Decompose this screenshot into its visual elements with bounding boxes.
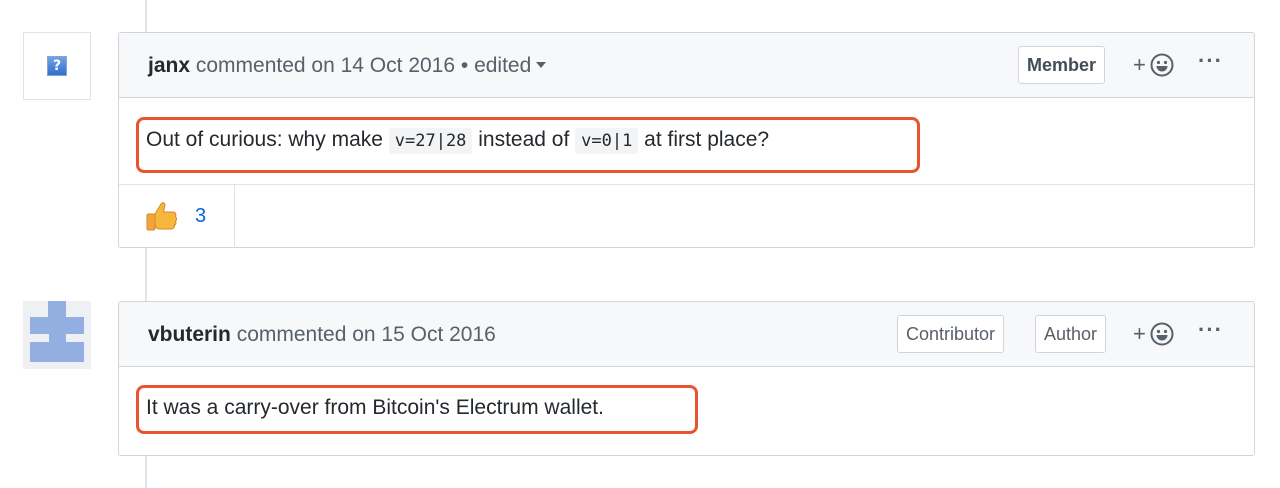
add-reaction-button[interactable]: + <box>1133 321 1175 349</box>
comment-body-text: It was a carry-over from Bitcoin's Elect… <box>146 396 604 419</box>
inline-code: v=27|28 <box>388 128 473 154</box>
avatar-janx[interactable]: ? <box>23 32 91 100</box>
more-options-button[interactable]: ··· <box>1198 316 1223 344</box>
add-reaction-button[interactable]: + <box>1133 52 1175 80</box>
chevron-down-icon <box>536 62 547 69</box>
comment-timestamp[interactable]: commented on 14 Oct 2016 <box>196 54 455 77</box>
contributor-badge: Contributor <box>897 315 1005 353</box>
comment-body: Out of curious: why make v=27|28 instead… <box>119 98 1254 184</box>
comment-body: It was a carry-over from Bitcoin's Elect… <box>119 367 1254 455</box>
avatar-vbuterin[interactable] <box>23 301 91 369</box>
reactions-bar: 3 <box>119 184 1254 248</box>
inline-code: v=0|1 <box>575 128 639 154</box>
more-options-button[interactable]: ··· <box>1198 47 1223 75</box>
member-badge: Member <box>1018 46 1106 84</box>
author-link[interactable]: janx <box>148 54 190 77</box>
author-link[interactable]: vbuterin <box>148 323 231 346</box>
comment-header: janx commented on 14 Oct 2016 • edited M… <box>119 33 1254 98</box>
comment-header: vbuterin commented on 15 Oct 2016 Contri… <box>119 302 1254 367</box>
thumbs-up-reaction-button[interactable]: 3 <box>119 185 235 248</box>
comment-timestamp[interactable]: commented on 15 Oct 2016 <box>237 323 496 346</box>
comment-janx: janx commented on 14 Oct 2016 • edited M… <box>118 32 1255 248</box>
question-mark-icon: ? <box>47 56 67 76</box>
author-badge: Author <box>1035 315 1107 353</box>
identicon-image <box>23 301 91 369</box>
thumbs-up-icon <box>146 202 178 231</box>
reaction-count: 3 <box>195 205 207 227</box>
edited-dropdown[interactable]: • edited <box>460 54 547 77</box>
comment-vbuterin: vbuterin commented on 15 Oct 2016 Contri… <box>118 301 1255 456</box>
smiley-icon <box>1150 53 1174 77</box>
smiley-icon <box>1150 322 1174 346</box>
edited-label: • edited <box>460 54 532 77</box>
comment-header-text: janx commented on 14 Oct 2016 • edited <box>148 54 547 78</box>
comment-header-text: vbuterin commented on 15 Oct 2016 <box>148 323 496 347</box>
plus-icon: + <box>1133 52 1146 77</box>
comment-body-text: Out of curious: why make v=27|28 instead… <box>146 128 769 154</box>
plus-icon: + <box>1133 321 1146 346</box>
